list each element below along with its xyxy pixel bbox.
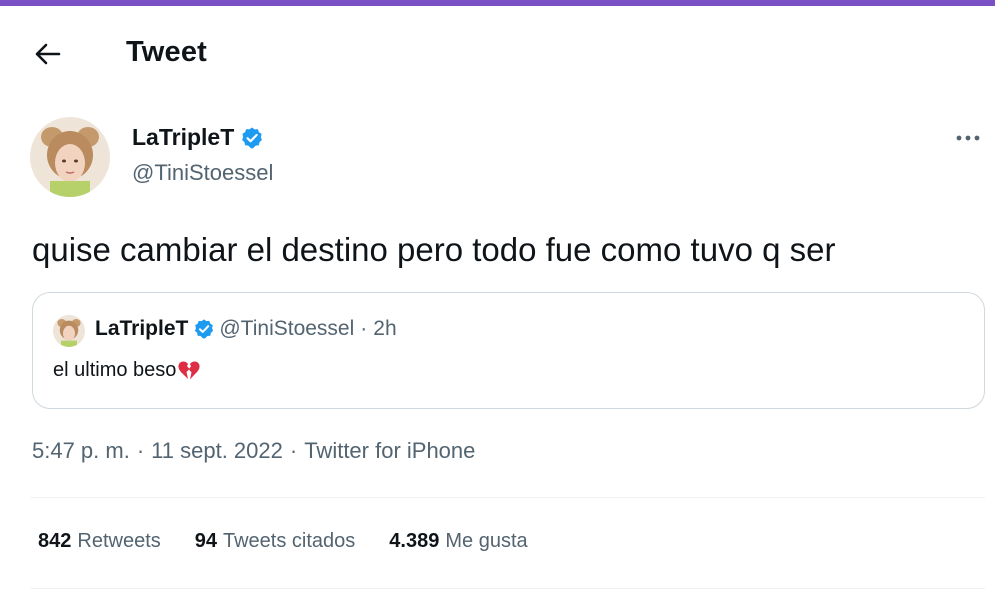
- separator-dot: ·: [136, 438, 145, 463]
- retweets-count: 842: [38, 530, 72, 552]
- author-avatar[interactable]: [30, 117, 110, 197]
- tweet-text: quise cambiar el destino pero todo fue c…: [32, 231, 836, 268]
- quoted-author-name: LaTripleT: [95, 317, 189, 340]
- retweets-stat[interactable]: 842 Retweets: [38, 530, 161, 553]
- avatar-image: [30, 117, 110, 197]
- tweet-stats: 842 Retweets 94 Tweets citados 4.389 Me …: [38, 530, 562, 553]
- author-name[interactable]: LaTripleT: [132, 124, 264, 151]
- tweet-header: Tweet: [0, 6, 995, 98]
- quote-tweets-stat[interactable]: 94 Tweets citados: [195, 530, 356, 553]
- more-horizontal-icon: [956, 135, 980, 141]
- likes-label: Me gusta: [445, 530, 528, 552]
- divider: [30, 497, 985, 498]
- arrow-left-icon: [35, 43, 61, 65]
- author-handle[interactable]: @TiniStoessel: [132, 160, 273, 186]
- verified-badge-icon: [242, 127, 263, 148]
- likes-stat[interactable]: 4.389 Me gusta: [389, 530, 527, 553]
- page-title: Tweet: [126, 36, 208, 68]
- tweet-source[interactable]: Twitter for iPhone: [304, 438, 475, 464]
- tweet-date[interactable]: 11 sept. 2022: [151, 438, 283, 464]
- more-options-button[interactable]: [948, 126, 988, 150]
- quote-tweets-count: 94: [194, 530, 217, 552]
- quoted-tweet-text-content: el ultimo beso: [53, 359, 177, 381]
- broken-heart-icon: [178, 361, 200, 379]
- verified-badge-icon: [195, 319, 214, 339]
- retweets-label: Retweets: [77, 530, 161, 552]
- separator-dot: ·: [289, 438, 298, 463]
- avatar-image: [53, 315, 85, 347]
- quoted-timestamp: 2h: [373, 317, 397, 340]
- quoted-tweet-header: LaTripleT @TiniStoessel · 2h: [95, 317, 397, 341]
- tweet-metadata: 5:47 p. m. · 11 sept. 2022 · Twitter for…: [32, 438, 475, 464]
- quoted-author-avatar: [53, 315, 85, 347]
- quoted-tweet-card[interactable]: LaTripleT @TiniStoessel · 2h el ultimo b…: [32, 292, 985, 409]
- author-name-text: LaTripleT: [132, 124, 235, 150]
- likes-count: 4.389: [389, 530, 440, 552]
- back-button[interactable]: [26, 34, 70, 74]
- quote-tweets-label: Tweets citados: [223, 530, 356, 552]
- divider: [30, 588, 985, 589]
- separator-dot: ·: [360, 317, 368, 340]
- quoted-tweet-text: el ultimo beso: [53, 359, 201, 382]
- tweet-time[interactable]: 5:47 p. m.: [32, 438, 130, 464]
- quoted-author-handle: @TiniStoessel: [219, 317, 355, 340]
